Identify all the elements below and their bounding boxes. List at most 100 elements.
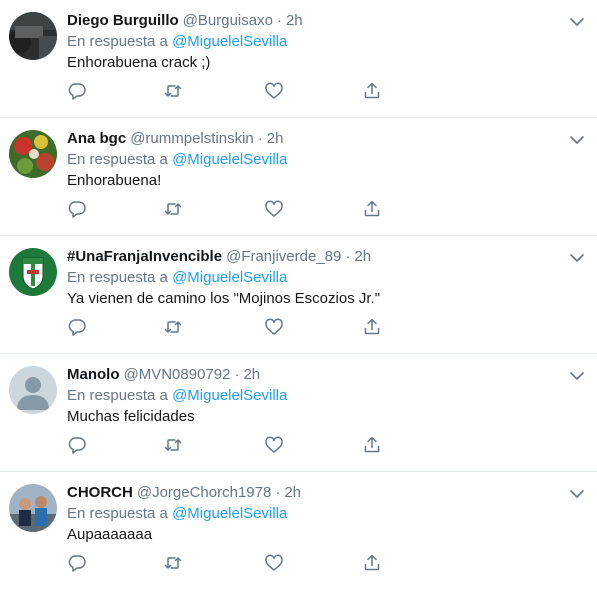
like-button[interactable] [264,199,286,221]
chevron-down-icon[interactable] [568,367,586,385]
tweet[interactable]: Ana bgc @rummpelstinskin · 2h En respuesta … [0,118,597,236]
user-handle[interactable]: @MVN0890792 [124,366,231,383]
display-name[interactable]: Ana bgc [67,130,126,147]
reply-context: En respuesta a @MiguelelSevilla [67,504,557,524]
user-handle[interactable]: @Franjiverde_89 [226,248,341,265]
like-button[interactable] [264,317,286,339]
separator-dot: · [275,484,281,501]
retweet-icon [164,321,182,333]
share-icon [364,436,380,453]
share-icon [364,318,380,335]
timestamp[interactable]: 2h [284,484,301,501]
tweet[interactable]: Manolo @MVN0890792 · 2h En respuesta a @Mig… [0,354,597,472]
reply-mention-link[interactable]: @MiguelelSevilla [172,387,287,404]
chevron-down-icon[interactable] [568,13,586,31]
user-handle[interactable]: @Burguisaxo [183,12,273,29]
display-name[interactable]: CHORCH [67,484,133,501]
reply-icon [68,437,86,454]
reply-context: En respuesta a @MiguelelSevilla [67,150,557,170]
like-button[interactable] [264,435,286,457]
tweet-body: Manolo @MVN0890792 · 2h En respuesta a @Mig… [67,365,557,427]
retweet-button[interactable] [163,81,185,103]
reply-prefix: En respuesta a [67,387,168,404]
tweet[interactable]: CHORCH @JorgeChorch1978 · 2h En respuesta a… [0,472,597,592]
like-icon [265,436,283,453]
avatar[interactable] [9,12,57,60]
avatar[interactable] [9,248,57,296]
avatar[interactable] [9,366,57,414]
timestamp[interactable]: 2h [267,130,284,147]
tweet[interactable]: Diego Burguillo @Burguisaxo · 2h En respues… [0,0,597,118]
like-icon [265,82,283,99]
tweet-text: Ya vienen de camino los "Mojinos Escozio… [67,290,381,307]
tweet-text: Aupaaaaaaa [67,526,153,543]
chevron-down-icon[interactable] [568,131,586,149]
tweet-actions [67,199,397,221]
tweet-body: #UnaFranjaInvencible @Franjiverde_89 · 2h E… [67,247,557,309]
tweet-text: Enhorabuena! [67,172,162,189]
reply-button[interactable] [67,199,89,221]
reply-button[interactable] [67,317,89,339]
reply-mention-link[interactable]: @MiguelelSevilla [172,33,287,50]
tweet-header: CHORCH @JorgeChorch1978 · 2h [67,483,557,503]
display-name[interactable]: Diego Burguillo [67,12,179,29]
tweet-actions [67,81,397,103]
reply-mention-link[interactable]: @MiguelelSevilla [172,269,287,286]
user-handle[interactable]: @rummpelstinskin [130,130,254,147]
retweet-button[interactable] [163,553,185,575]
chevron-down-icon[interactable] [568,249,586,267]
separator-dot: · [276,12,282,29]
like-button[interactable] [264,81,286,103]
reply-icon [68,83,86,100]
timestamp[interactable]: 2h [354,248,371,265]
reply-prefix: En respuesta a [67,151,168,168]
reply-icon [68,555,86,572]
like-icon [265,318,283,335]
share-button[interactable] [362,81,384,103]
reply-prefix: En respuesta a [67,269,168,286]
reply-context: En respuesta a @MiguelelSevilla [67,386,557,406]
retweet-button[interactable] [163,435,185,457]
display-name[interactable]: #UnaFranjaInvencible [67,248,222,265]
retweet-icon [164,439,182,451]
avatar[interactable] [9,130,57,178]
tweet-body: CHORCH @JorgeChorch1978 · 2h En respuesta a… [67,483,557,545]
timestamp[interactable]: 2h [286,12,303,29]
like-icon [265,554,283,571]
like-icon [265,200,283,217]
reply-prefix: En respuesta a [67,505,168,522]
reply-mention-link[interactable]: @MiguelelSevilla [172,151,287,168]
separator-dot: · [257,130,263,147]
tweet[interactable]: #UnaFranjaInvencible @Franjiverde_89 · 2h E… [0,236,597,354]
reply-icon [68,319,86,336]
share-button[interactable] [362,199,384,221]
avatar[interactable] [9,484,57,532]
display-name[interactable]: Manolo [67,366,120,383]
reply-mention-link[interactable]: @MiguelelSevilla [172,505,287,522]
like-button[interactable] [264,553,286,575]
tweet-body: Ana bgc @rummpelstinskin · 2h En respuesta … [67,129,557,191]
retweet-icon [164,203,182,215]
user-handle[interactable]: @JorgeChorch1978 [137,484,271,501]
share-button[interactable] [362,435,384,457]
retweet-icon [164,557,182,569]
share-button[interactable] [362,553,384,575]
tweet-actions [67,435,397,457]
reply-button[interactable] [67,553,89,575]
tweet-actions [67,317,397,339]
tweet-text: Muchas felicidades [67,408,195,425]
reply-button[interactable] [67,435,89,457]
share-button[interactable] [362,317,384,339]
tweet-actions [67,553,397,575]
tweet-header: Manolo @MVN0890792 · 2h [67,365,557,385]
reply-button[interactable] [67,81,89,103]
reply-feed: Diego Burguillo @Burguisaxo · 2h En respues… [0,0,597,592]
share-icon [364,554,380,571]
retweet-button[interactable] [163,199,185,221]
tweet-header: #UnaFranjaInvencible @Franjiverde_89 · 2h [67,247,557,267]
chevron-down-icon[interactable] [568,485,586,503]
timestamp[interactable]: 2h [243,366,260,383]
share-icon [364,200,380,217]
retweet-button[interactable] [163,317,185,339]
reply-prefix: En respuesta a [67,33,168,50]
